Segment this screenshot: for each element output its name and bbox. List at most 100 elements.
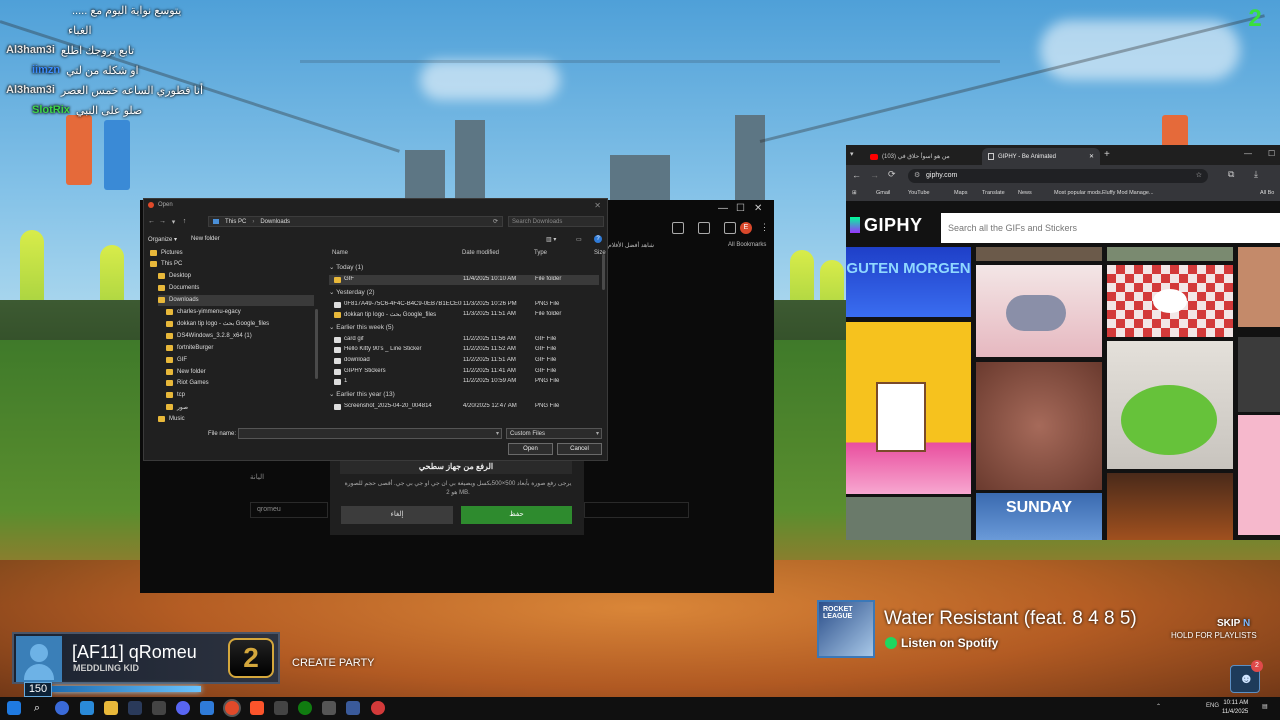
breadcrumb-downloads[interactable]: Downloads bbox=[260, 219, 290, 225]
profile-avatar[interactable]: E bbox=[740, 222, 752, 234]
start-icon[interactable] bbox=[7, 701, 21, 715]
close-icon[interactable]: ✕ bbox=[754, 203, 762, 214]
sidebar-item[interactable]: charles-yimmenu-egacy bbox=[166, 307, 314, 318]
discord-icon[interactable] bbox=[176, 701, 190, 715]
file-row[interactable]: Hello Kitty 90's _ Line Sticker 11/2/2025… bbox=[329, 345, 599, 355]
gif-tile[interactable] bbox=[976, 265, 1102, 357]
preview-pane-icon[interactable]: ▭ bbox=[576, 236, 582, 243]
gif-tile[interactable] bbox=[1107, 265, 1233, 337]
all-bookmarks[interactable]: All Bookmarks bbox=[728, 242, 766, 248]
text-field[interactable] bbox=[584, 502, 689, 518]
up-icon[interactable]: ↑ bbox=[181, 218, 188, 225]
sidebar-item[interactable]: صور bbox=[166, 402, 314, 413]
gif-tile[interactable] bbox=[1107, 473, 1233, 540]
open-button[interactable]: Open bbox=[508, 443, 553, 455]
view-icon[interactable]: ▥ ▾ bbox=[546, 236, 556, 243]
clock[interactable]: 10:11 AM 11/4/2025 bbox=[1222, 699, 1248, 717]
file-row[interactable]: dokkan tip logo - بحث Google_files 11/3/2… bbox=[329, 310, 599, 320]
breadcrumb-this-pc[interactable]: This PC bbox=[225, 219, 246, 225]
maximize-icon[interactable]: ☐ bbox=[736, 203, 745, 214]
help-icon[interactable]: ? bbox=[594, 235, 602, 243]
bookmark-item[interactable]: شاهد أفضل الأفلام bbox=[608, 242, 654, 249]
file-row[interactable]: GIPHY Stickers 11/2/2025 11:41 AM GIF File bbox=[329, 367, 599, 377]
file-row[interactable]: 1 11/2/2025 10:59 AM PNG File bbox=[329, 377, 599, 387]
gif-tile[interactable] bbox=[1107, 341, 1233, 469]
search-input[interactable]: Search Downloads bbox=[508, 216, 604, 227]
file-explorer-icon[interactable] bbox=[104, 701, 118, 715]
url-bar[interactable]: ⚙ giphy.com ☆ bbox=[908, 169, 1208, 183]
giphy-logo[interactable]: GIPHY bbox=[850, 215, 923, 236]
notification-icon[interactable]: ▤ bbox=[1262, 703, 1268, 710]
filename-input[interactable]: ▾ bbox=[238, 428, 502, 439]
star-icon[interactable] bbox=[672, 222, 684, 234]
file-row[interactable]: download 11/2/2025 11:51 AM GIF File bbox=[329, 356, 599, 366]
file-row[interactable]: GIF 11/4/2025 10:10 AM File folder bbox=[329, 275, 599, 285]
sidebar-item[interactable]: dokkan tip logo - بحث Google_files bbox=[166, 318, 314, 329]
sidebar-item[interactable]: GIF bbox=[166, 354, 314, 365]
gif-tile[interactable]: SUNDAY bbox=[976, 493, 1102, 540]
search-icon[interactable]: ⌕ bbox=[30, 701, 44, 715]
column-date-modified[interactable]: Date modified bbox=[462, 250, 499, 256]
back-icon[interactable]: ← bbox=[852, 170, 861, 180]
bookmark-item[interactable]: Gmail bbox=[876, 190, 890, 196]
bookmark-item[interactable]: Translate bbox=[982, 190, 1005, 196]
sidebar-scrollbar[interactable] bbox=[315, 309, 318, 379]
column-name[interactable]: Name bbox=[332, 250, 348, 256]
sidebar-item[interactable]: fortniteBurger bbox=[166, 342, 314, 353]
bookmark-item[interactable]: Maps bbox=[954, 190, 967, 196]
refresh-icon[interactable]: ⟳ bbox=[493, 218, 498, 225]
tab-search-icon[interactable]: ▾ bbox=[850, 150, 854, 158]
menu-icon[interactable]: ⋮ bbox=[760, 222, 772, 234]
tab-youtube[interactable]: (103) من هو اسوأ حلاق في bbox=[864, 148, 988, 165]
back-icon[interactable]: ← bbox=[148, 218, 155, 225]
new-tab-icon[interactable]: + bbox=[1104, 149, 1110, 160]
gif-tile[interactable] bbox=[846, 497, 971, 540]
steam-icon[interactable] bbox=[128, 701, 142, 715]
gif-tile[interactable] bbox=[1238, 415, 1280, 535]
maximize-icon[interactable]: ☐ bbox=[1268, 149, 1275, 158]
organize-button[interactable]: Organize ▾ bbox=[148, 236, 177, 243]
download-icon[interactable]: ⤓ bbox=[1254, 169, 1258, 180]
address-bar[interactable]: This PC › Downloads ⟳ bbox=[208, 216, 503, 227]
app-icon[interactable] bbox=[274, 701, 288, 715]
tab-giphy[interactable]: GIPHY - Be Animated ✕ bbox=[982, 148, 1100, 165]
app-icon[interactable] bbox=[371, 701, 385, 715]
tray-language[interactable]: ENG bbox=[1206, 703, 1219, 709]
gif-tile[interactable] bbox=[1238, 247, 1280, 327]
sidebar-item[interactable]: Pictures bbox=[150, 247, 314, 258]
sidebar-item[interactable]: Documents bbox=[158, 283, 314, 294]
group-header[interactable]: ⌄ Earlier this year (13) bbox=[329, 390, 395, 398]
download-icon[interactable] bbox=[724, 222, 736, 234]
file-row[interactable]: card gif 11/2/2025 11:56 AM GIF File bbox=[329, 335, 599, 345]
sidebar-item[interactable]: DS4Windows_3.2.8_x64 (1) bbox=[166, 330, 314, 341]
xbox-icon[interactable] bbox=[298, 701, 312, 715]
minimize-icon[interactable]: — bbox=[718, 203, 728, 214]
close-icon[interactable]: ✕ bbox=[594, 201, 601, 210]
forward-icon[interactable]: → bbox=[870, 170, 879, 180]
gif-tile[interactable] bbox=[976, 247, 1102, 261]
list-scrollbar[interactable] bbox=[602, 254, 605, 290]
file-row[interactable]: Screenshot_2025-04-20_004814 4/20/2025 12… bbox=[329, 402, 599, 412]
name-field[interactable]: qromeu bbox=[250, 502, 328, 518]
sidebar-item[interactable]: Downloads bbox=[158, 294, 314, 306]
extensions-icon[interactable] bbox=[698, 222, 710, 234]
cancel-button[interactable]: Cancel bbox=[557, 443, 602, 455]
bookmark-item[interactable]: News bbox=[1018, 190, 1032, 196]
sidebar-item[interactable]: Desktop bbox=[158, 271, 314, 282]
close-tab-icon[interactable]: ✕ bbox=[1089, 153, 1094, 160]
apps-icon[interactable]: ⊞ bbox=[852, 190, 857, 196]
group-header[interactable]: ⌄ Today (1) bbox=[329, 263, 363, 271]
upload-cancel-button[interactable]: إلغاء bbox=[341, 506, 453, 524]
app-icon[interactable] bbox=[346, 701, 360, 715]
chevron-down-icon[interactable]: ▾ bbox=[496, 430, 499, 437]
sidebar-item[interactable]: This PC bbox=[150, 259, 314, 270]
bookmark-item[interactable]: All Bo bbox=[1260, 190, 1274, 196]
app-icon[interactable] bbox=[55, 701, 69, 715]
app-icon[interactable] bbox=[200, 701, 214, 715]
create-party-button[interactable]: CREATE PARTY bbox=[292, 657, 375, 669]
extensions-icon[interactable]: ⧉ bbox=[1228, 169, 1234, 180]
new-folder-button[interactable]: New folder bbox=[191, 236, 220, 242]
brave-icon[interactable] bbox=[250, 701, 264, 715]
edge-icon[interactable] bbox=[80, 701, 94, 715]
sidebar-item[interactable]: New folder bbox=[166, 366, 314, 377]
